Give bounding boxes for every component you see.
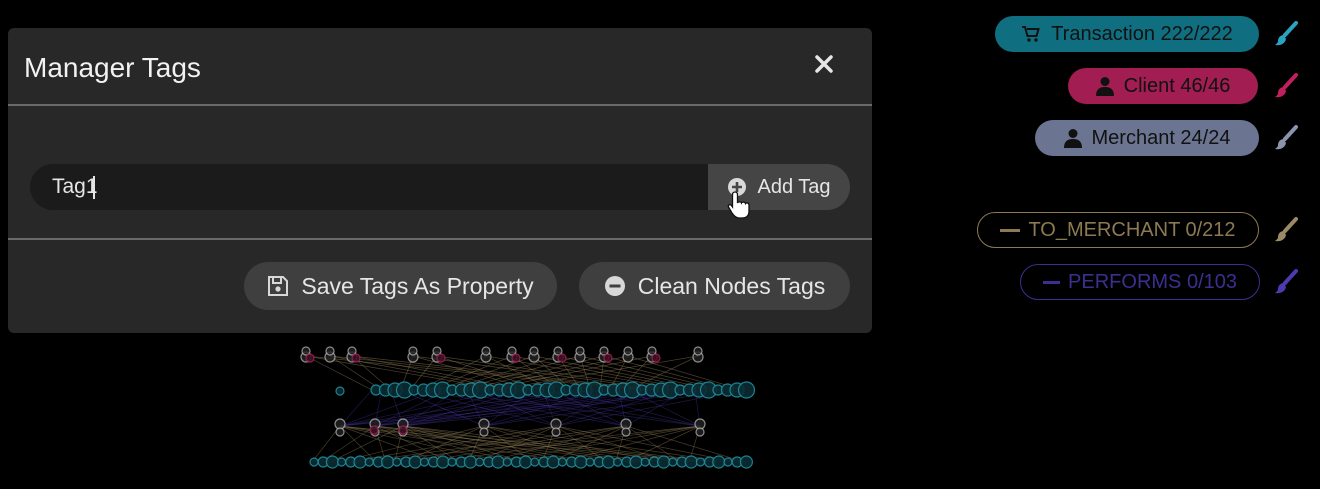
graph-node[interactable]: [574, 455, 588, 469]
add-tag-label: Add Tag: [757, 175, 831, 198]
manager-tags-modal: Manager Tags Add Tag Save Tags As Proper…: [8, 28, 872, 333]
graph-node[interactable]: [481, 346, 491, 356]
graph-node[interactable]: [739, 455, 754, 469]
client-pill[interactable]: Client 46/46: [1068, 68, 1258, 104]
graph-node[interactable]: [408, 346, 418, 356]
graph-node[interactable]: [351, 353, 361, 363]
brush-icon[interactable]: [1272, 20, 1300, 48]
brush-icon[interactable]: [1272, 72, 1300, 100]
legend-label: PERFORMS 0/103: [1068, 270, 1237, 293]
graph-node[interactable]: [353, 455, 367, 469]
graph-node[interactable]: [436, 353, 446, 363]
tag-input[interactable]: [30, 164, 710, 210]
graph-node[interactable]: [603, 353, 613, 363]
graph-node[interactable]: [381, 455, 395, 469]
cart-icon: [1021, 24, 1041, 44]
graph-node[interactable]: [612, 457, 623, 467]
graph-node[interactable]: [551, 427, 561, 437]
graph-node[interactable]: [640, 457, 650, 467]
person-icon: [1063, 128, 1082, 148]
graph-node[interactable]: [651, 353, 661, 363]
legend-label: Transaction 222/222: [1051, 22, 1233, 45]
graph-node[interactable]: [529, 346, 539, 356]
transaction-pill[interactable]: Transaction 222/222: [995, 16, 1259, 52]
header-divider: [8, 104, 872, 106]
text-caret: [93, 176, 95, 199]
graph-node[interactable]: [491, 455, 505, 469]
close-icon: [815, 55, 833, 73]
graph-node[interactable]: [621, 427, 631, 437]
clean-tags-button[interactable]: Clean Nodes Tags: [579, 262, 850, 310]
graph-node[interactable]: [502, 457, 512, 467]
graph-node[interactable]: [557, 353, 567, 363]
graph-node[interactable]: [511, 353, 521, 363]
graph-node[interactable]: [693, 346, 703, 356]
close-button[interactable]: [808, 48, 840, 80]
graph-node[interactable]: [575, 346, 585, 356]
graph-node[interactable]: [723, 457, 733, 467]
modal-title: Manager Tags: [24, 52, 201, 83]
hand-cursor-icon: [727, 191, 750, 219]
graph-node[interactable]: [668, 457, 678, 467]
legend-item-merchant[interactable]: Merchant 24/24: [1035, 120, 1259, 156]
legend-label: Merchant 24/24: [1091, 126, 1231, 149]
save-tags-button[interactable]: Save Tags As Property: [244, 262, 557, 310]
graph-node[interactable]: [447, 457, 457, 467]
performs-pill[interactable]: PERFORMS 0/103: [1020, 264, 1260, 300]
graph-node[interactable]: [305, 353, 315, 363]
legend-item-performs[interactable]: PERFORMS 0/103: [1020, 264, 1260, 300]
footer-divider: [8, 238, 872, 240]
graph-node[interactable]: [463, 455, 477, 469]
graph-node[interactable]: [557, 457, 568, 467]
graph-node[interactable]: [623, 346, 633, 356]
edge-line-icon: [1043, 280, 1061, 284]
legend-item-transaction[interactable]: Transaction 222/222: [995, 16, 1259, 52]
graph-node[interactable]: [337, 457, 347, 467]
floppy-disk-icon: [267, 275, 289, 297]
brush-icon[interactable]: [1272, 216, 1300, 244]
graph-node[interactable]: [601, 455, 616, 469]
person-icon: [1095, 76, 1114, 96]
graph-edge: [305, 355, 373, 391]
graph-node[interactable]: [392, 457, 402, 467]
brush-icon[interactable]: [1272, 124, 1300, 152]
graph-node[interactable]: [325, 455, 339, 469]
graph-node[interactable]: [546, 455, 560, 469]
save-tags-label: Save Tags As Property: [301, 272, 534, 299]
graph-node[interactable]: [436, 455, 450, 469]
graph-node[interactable]: [309, 457, 319, 467]
legend-item-to-merchant[interactable]: TO_MERCHANT 0/212: [977, 212, 1259, 248]
graph-node[interactable]: [335, 427, 345, 437]
graph-node[interactable]: [475, 457, 485, 467]
graph-node[interactable]: [629, 455, 643, 469]
graph-node[interactable]: [369, 425, 379, 435]
merchant-pill[interactable]: Merchant 24/24: [1035, 120, 1259, 156]
graph-node[interactable]: [695, 427, 705, 437]
graph-edge: [339, 389, 373, 427]
to-merchant-pill[interactable]: TO_MERCHANT 0/212: [977, 212, 1259, 248]
graph-node[interactable]: [335, 386, 345, 396]
graph-node[interactable]: [364, 457, 374, 467]
graph-node[interactable]: [684, 455, 698, 469]
graph-node[interactable]: [585, 457, 595, 467]
graph-node[interactable]: [479, 427, 489, 437]
legend-label: Client 46/46: [1123, 74, 1231, 97]
legend-label: TO_MERCHANT 0/212: [1028, 218, 1236, 241]
legend-item-client[interactable]: Client 46/46: [1068, 68, 1258, 104]
graph-node[interactable]: [695, 457, 706, 467]
edge-line-icon: [1000, 228, 1021, 232]
graph-node[interactable]: [656, 455, 671, 469]
graph-node[interactable]: [518, 455, 533, 469]
brush-icon[interactable]: [1272, 268, 1300, 296]
graph-node[interactable]: [325, 346, 335, 356]
minus-circle-icon: [604, 275, 626, 297]
graph-node[interactable]: [398, 425, 408, 435]
graph-node[interactable]: [737, 381, 756, 399]
graph-node[interactable]: [530, 457, 540, 467]
graph-node[interactable]: [408, 455, 422, 469]
graph-node[interactable]: [712, 455, 726, 469]
graph-node[interactable]: [419, 457, 429, 467]
clean-tags-label: Clean Nodes Tags: [637, 272, 826, 299]
graph-edge: [357, 425, 627, 463]
